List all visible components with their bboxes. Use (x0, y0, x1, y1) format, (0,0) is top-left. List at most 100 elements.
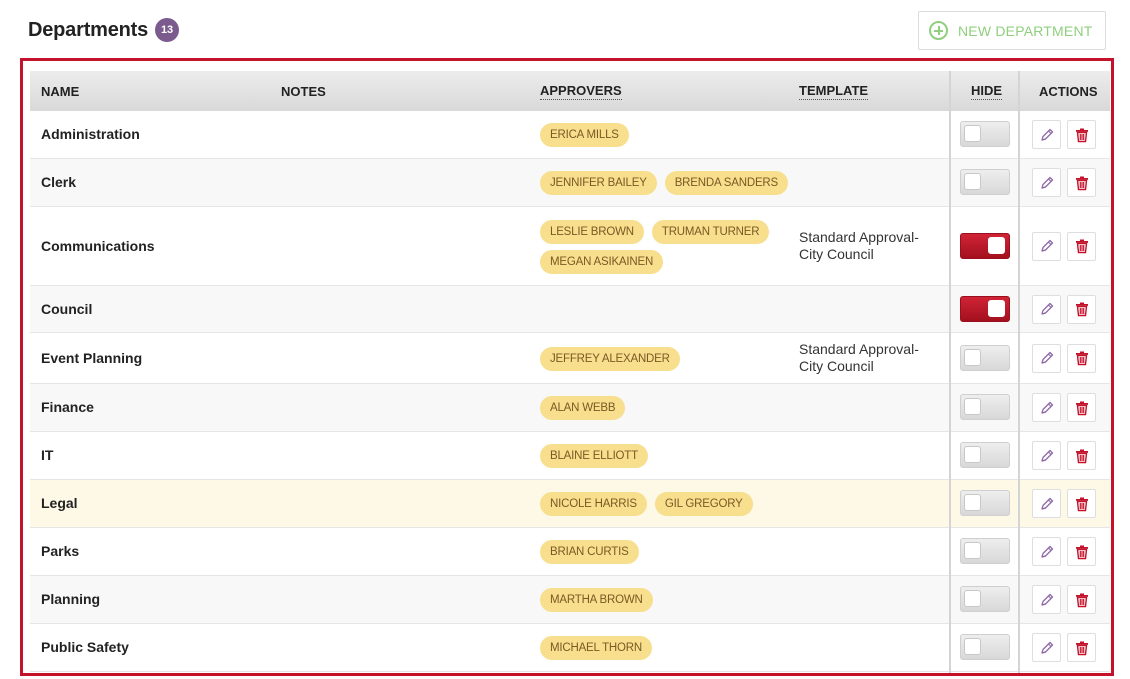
pencil-icon (1039, 496, 1055, 512)
table-row: Administration ERICA MILLS (30, 111, 1110, 159)
pencil-icon (1039, 592, 1055, 608)
trash-icon (1074, 127, 1090, 143)
edit-button[interactable] (1032, 585, 1061, 614)
delete-button[interactable] (1067, 231, 1096, 261)
hide-toggle[interactable] (960, 394, 1010, 420)
hide-toggle[interactable] (960, 344, 1010, 371)
toggle-knob (964, 494, 981, 511)
edit-button[interactable] (1032, 441, 1061, 470)
plus-circle-icon (929, 21, 948, 40)
new-department-label: NEW DEPARTMENT (958, 22, 1093, 39)
toggle-knob (964, 542, 981, 559)
hide-cell (960, 634, 1010, 660)
hide-toggle[interactable] (960, 586, 1010, 612)
approver-pill: BRIAN CURTIS (540, 540, 639, 564)
approvers-list: ALAN WEBB (540, 396, 790, 420)
department-name: Planning (41, 591, 101, 607)
hide-cell (960, 490, 1010, 516)
trash-icon (1074, 301, 1090, 317)
approver-pill: MEGAN ASIKAINEN (540, 249, 664, 274)
edit-button[interactable] (1032, 231, 1061, 261)
edit-button[interactable] (1032, 633, 1061, 662)
departments-table-frame: NAME NOTES APPROVERS TEMPLATE HIDE ACTIO… (20, 58, 1114, 676)
approvers-list: MARTHA BROWN (540, 588, 790, 612)
delete-button[interactable] (1067, 393, 1096, 422)
actions-column-divider (1018, 71, 1020, 673)
edit-button[interactable] (1032, 343, 1061, 373)
edit-button[interactable] (1032, 120, 1061, 149)
delete-button[interactable] (1067, 168, 1096, 197)
row-actions (1032, 537, 1096, 566)
department-name: Clerk (41, 174, 77, 190)
edit-button[interactable] (1032, 489, 1061, 518)
toggle-knob (988, 236, 1005, 254)
delete-button[interactable] (1067, 489, 1096, 518)
hide-toggle[interactable] (960, 121, 1010, 147)
pencil-icon (1039, 544, 1055, 560)
approvers-list: BRIAN CURTIS (540, 540, 790, 564)
new-department-button[interactable]: NEW DEPARTMENT (918, 11, 1106, 50)
approvers-list: JENNIFER BAILEY BRENDA SANDERS (540, 171, 790, 195)
row-actions (1032, 343, 1096, 373)
approver-pill: BLAINE ELLIOTT (540, 444, 648, 468)
delete-button[interactable] (1067, 585, 1096, 614)
page-title: Departments (28, 18, 149, 41)
edit-button[interactable] (1032, 294, 1061, 324)
row-actions (1032, 231, 1096, 261)
approvers-list: BLAINE ELLIOTT (540, 444, 790, 468)
approver-pill: GIL GREGORY (654, 492, 753, 516)
approver-pill: JENNIFER BAILEY (540, 171, 657, 195)
hide-toggle[interactable] (960, 169, 1010, 195)
delete-button[interactable] (1067, 343, 1096, 373)
table-row: Council (30, 286, 1110, 333)
pencil-icon (1039, 175, 1055, 191)
delete-button[interactable] (1067, 441, 1096, 470)
trash-icon (1074, 238, 1090, 254)
edit-button[interactable] (1032, 537, 1061, 566)
approver-pill: ERICA MILLS (540, 123, 629, 147)
edit-button[interactable] (1032, 168, 1061, 197)
approver-pill: MICHAEL THORN (540, 636, 652, 660)
hide-cell (960, 169, 1010, 195)
pencil-icon (1039, 238, 1055, 254)
hide-column-divider (949, 71, 951, 673)
department-name: Communications (41, 237, 155, 254)
toggle-knob (964, 348, 981, 366)
column-header-actions: ACTIONS (1039, 83, 1098, 99)
column-header-template[interactable]: TEMPLATE (799, 71, 869, 111)
column-header-hide[interactable]: HIDE (971, 71, 1003, 111)
hide-toggle[interactable] (960, 490, 1010, 516)
hide-cell (960, 538, 1010, 564)
hide-cell (960, 344, 1010, 371)
table-row: Legal NICOLE HARRIS GIL GREGORY (30, 480, 1110, 528)
hide-cell (960, 394, 1010, 420)
departments-table: NAME NOTES APPROVERS TEMPLATE HIDE ACTIO… (30, 71, 1110, 673)
delete-button[interactable] (1067, 633, 1096, 662)
trash-icon (1074, 350, 1090, 366)
toggle-knob (964, 398, 981, 415)
hide-cell (960, 586, 1010, 612)
pencil-icon (1039, 301, 1055, 317)
row-actions (1032, 441, 1096, 470)
hide-toggle[interactable] (960, 232, 1010, 259)
hide-toggle[interactable] (960, 538, 1010, 564)
table-row: IT BLAINE ELLIOTT (30, 432, 1110, 480)
hide-toggle[interactable] (960, 634, 1010, 660)
page-header: Departments 13 (28, 18, 180, 42)
column-header-approvers[interactable]: APPROVERS (540, 71, 622, 111)
edit-button[interactable] (1032, 393, 1061, 422)
department-name: Finance (41, 399, 94, 415)
delete-button[interactable] (1067, 537, 1096, 566)
delete-button[interactable] (1067, 294, 1096, 324)
trash-icon (1074, 400, 1090, 416)
department-name: Administration (41, 126, 140, 142)
hide-toggle[interactable] (960, 442, 1010, 468)
trash-icon (1074, 544, 1090, 560)
trash-icon (1074, 496, 1090, 512)
pencil-icon (1039, 448, 1055, 464)
delete-button[interactable] (1067, 120, 1096, 149)
row-actions (1032, 633, 1096, 662)
table-row: Parks BRIAN CURTIS (30, 528, 1110, 576)
hide-cell (960, 295, 1010, 322)
hide-toggle[interactable] (960, 295, 1010, 322)
